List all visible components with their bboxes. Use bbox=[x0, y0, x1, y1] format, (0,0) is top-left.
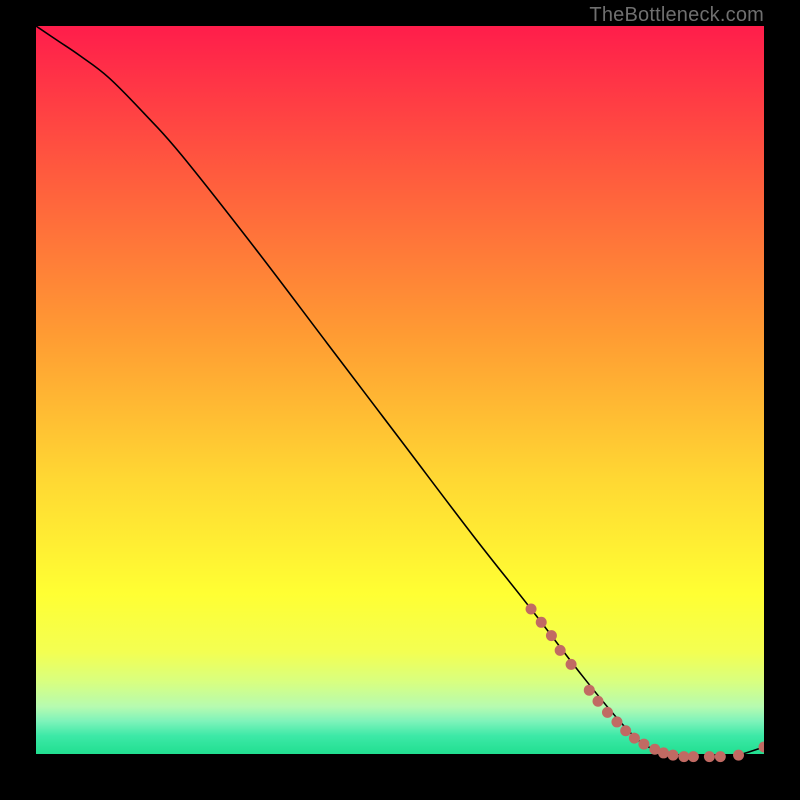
tail-dot bbox=[678, 751, 689, 762]
tail-dot bbox=[733, 750, 744, 761]
tail-dot bbox=[546, 630, 557, 641]
tail-dot bbox=[620, 725, 631, 736]
tail-dot bbox=[566, 659, 577, 670]
chart-stage: TheBottleneck.com bbox=[0, 0, 800, 800]
tail-dot bbox=[536, 617, 547, 628]
curve-layer bbox=[36, 26, 764, 764]
tail-dot bbox=[526, 604, 537, 615]
tail-dot bbox=[638, 739, 649, 750]
tail-dot bbox=[688, 751, 699, 762]
dotted-tail-group bbox=[526, 604, 764, 763]
tail-dot bbox=[602, 707, 613, 718]
watermark-text: TheBottleneck.com bbox=[589, 4, 764, 27]
tail-dot bbox=[629, 733, 640, 744]
main-curve bbox=[36, 26, 764, 757]
plot-area bbox=[36, 26, 764, 764]
tail-dot bbox=[611, 716, 622, 727]
tail-dot bbox=[715, 751, 726, 762]
tail-dot bbox=[658, 747, 669, 758]
tail-dot bbox=[584, 685, 595, 696]
tail-dot bbox=[593, 696, 604, 707]
tail-dot bbox=[668, 750, 679, 761]
tail-dot bbox=[555, 645, 566, 656]
tail-dot bbox=[704, 751, 715, 762]
tail-dot bbox=[759, 742, 764, 753]
